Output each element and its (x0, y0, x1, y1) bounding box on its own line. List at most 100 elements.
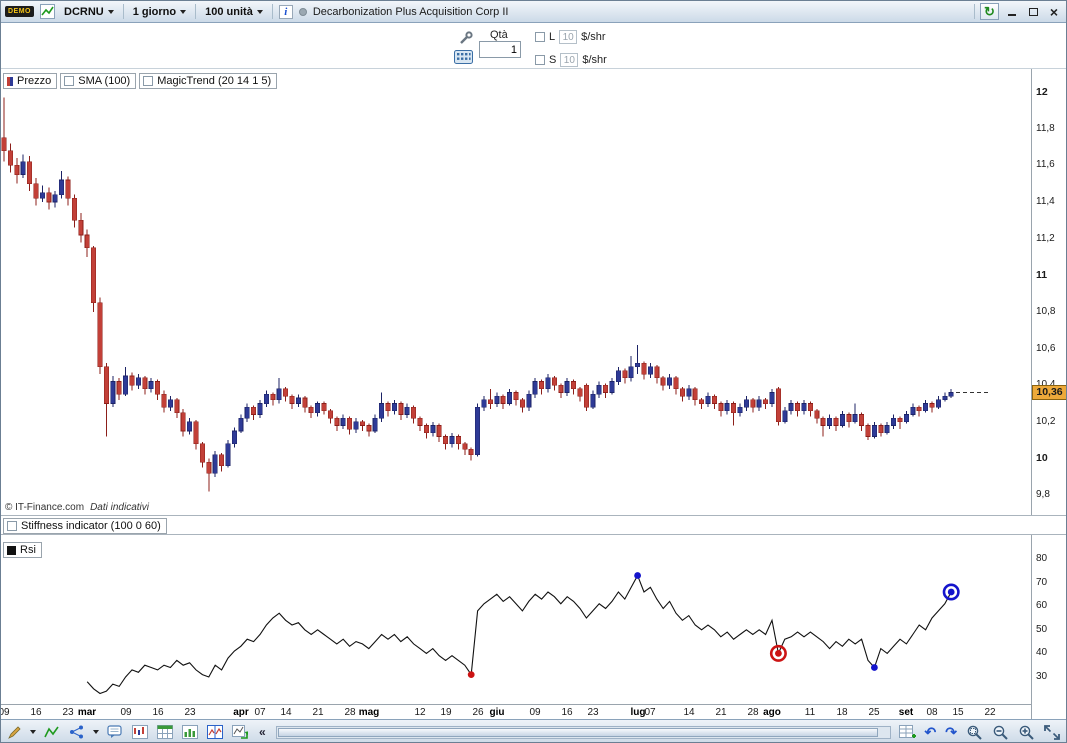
price-axis-label: 10 (1036, 452, 1048, 464)
chevron-down-icon (180, 10, 187, 14)
symbol-label: DCRNU (64, 5, 104, 18)
undo-button[interactable]: ↶ (924, 722, 938, 742)
separator (974, 4, 975, 19)
long-price-input[interactable] (559, 30, 578, 44)
magictrend-checkbox[interactable] (143, 76, 154, 86)
price-legend-button[interactable]: Prezzo (3, 73, 58, 89)
refresh-button[interactable]: ↻ (980, 3, 999, 20)
stiffness-checkbox[interactable] (7, 521, 17, 531)
bottom-toolbar: « ↶ ↷ (1, 719, 1066, 742)
time-axis-day-label: 11 (804, 707, 816, 718)
order-panel: Qtà L $/shr S $/shr (1, 23, 1066, 68)
zoom-in-icon (1019, 725, 1034, 740)
zoom-select-button[interactable] (965, 722, 984, 742)
rsi-axis-label: 70 (1036, 577, 1048, 588)
long-order-row: L $/shr (535, 30, 606, 44)
price-axis-label: 12 (1036, 86, 1048, 98)
time-axis-day-label: 16 (561, 707, 573, 718)
share-button[interactable] (68, 722, 86, 742)
chevron-down-icon (256, 10, 263, 14)
table-view-button[interactable] (156, 722, 174, 742)
price-axis-label: 10,2 (1036, 416, 1056, 427)
time-axis-day-label: 12 (414, 707, 426, 718)
share-icon (70, 725, 83, 739)
spreadsheet-icon (898, 724, 916, 738)
magictrend-label: MagicTrend (20 14 1 5) (157, 75, 272, 87)
chevron-down-icon[interactable] (93, 730, 99, 734)
info-button[interactable]: i (278, 4, 293, 19)
redo-button[interactable]: ↷ (944, 722, 958, 742)
quantity-input[interactable] (479, 41, 521, 58)
disclaimer-text: Dati indicativi (90, 502, 149, 513)
short-order-row: S $/shr (535, 53, 607, 67)
price-axis: 1211,811,611,411,21110,810,610,410,2109,… (1034, 69, 1066, 514)
symbol-dropdown[interactable]: DCRNU (61, 5, 117, 19)
minimize-button[interactable] (1004, 4, 1020, 20)
rsi-chart[interactable] (1, 545, 1031, 702)
short-price-input[interactable] (560, 53, 579, 67)
stiffness-label: Stiffness indicator (100 0 60) (21, 520, 161, 532)
zoom-out-button[interactable] (991, 722, 1010, 742)
chart-icon (40, 4, 55, 19)
price-axis-label: 10,6 (1036, 343, 1056, 354)
trendline-tool-button[interactable] (43, 722, 61, 742)
data-table-button[interactable] (898, 722, 917, 742)
long-checkbox[interactable] (535, 32, 545, 42)
timeframe-dropdown[interactable]: 1 giorno (130, 5, 189, 19)
time-axis-day-label: 28 (344, 707, 356, 718)
stiffness-indicator-toggle[interactable]: Stiffness indicator (100 0 60) (3, 518, 167, 534)
units-dropdown[interactable]: 100 unità (202, 5, 266, 19)
time-axis-day-label: 16 (30, 707, 42, 718)
keyboard-icon (454, 50, 473, 64)
demo-badge: DEMO (5, 6, 34, 17)
collapse-left-button[interactable]: « (256, 722, 269, 742)
rsi-axis-label: 50 (1036, 624, 1048, 635)
fullscreen-button[interactable] (1043, 722, 1061, 742)
time-axis-day-label: 23 (587, 707, 599, 718)
time-axis[interactable]: 091623mar091623apr07142128mag121926giu09… (1, 704, 1031, 720)
time-axis-day-label: 07 (254, 707, 266, 718)
short-checkbox[interactable] (535, 55, 545, 65)
comment-tool-button[interactable] (106, 722, 124, 742)
time-axis-month-label: lug (630, 707, 646, 718)
time-axis-month-label: apr (233, 707, 249, 718)
time-axis-day-label: 28 (747, 707, 759, 718)
separator (271, 4, 273, 19)
maximize-button[interactable] (1025, 4, 1041, 20)
separator (122, 4, 124, 19)
table-icon (157, 725, 173, 739)
magictrend-indicator-toggle[interactable]: MagicTrend (20 14 1 5) (139, 73, 278, 89)
close-button[interactable]: × (1046, 4, 1062, 20)
scrollbar-thumb[interactable] (277, 727, 879, 737)
rsi-axis: 80 70 60 50 40 30 (1034, 545, 1066, 702)
multi-chart-button[interactable] (131, 722, 149, 742)
last-price-badge: 10,36 (1032, 385, 1066, 400)
rsi-legend-button[interactable]: Rsi (3, 542, 42, 558)
time-axis-month-label: set (898, 707, 914, 718)
time-axis-day-label: 25 (868, 707, 880, 718)
price-chart[interactable] (1, 69, 1031, 514)
horizontal-scrollbar[interactable] (275, 725, 891, 739)
quantity-label: Qtà (490, 29, 508, 41)
bar-chart-view-button[interactable] (181, 722, 199, 742)
order-keypad-button[interactable] (453, 47, 474, 67)
sma-indicator-toggle[interactable]: SMA (100) (60, 73, 137, 89)
rsi-legend-icon (7, 545, 16, 555)
draw-tool-button[interactable] (6, 722, 23, 742)
time-axis-day-label: 15 (952, 707, 964, 718)
minimize-icon (1008, 14, 1016, 16)
chevron-down-icon[interactable] (30, 730, 36, 734)
price-axis-label: 11 (1036, 269, 1048, 281)
zoom-in-button[interactable] (1017, 722, 1036, 742)
layout-grid-button[interactable] (206, 722, 224, 742)
rsi-label: Rsi (20, 544, 36, 556)
time-axis-day-label: 07 (644, 707, 656, 718)
export-chart-button[interactable] (231, 722, 249, 742)
order-settings-button[interactable] (457, 28, 475, 48)
titlebar: DEMO DCRNU 1 giorno 100 unità i Decarbon… (1, 1, 1066, 23)
sma-checkbox[interactable] (64, 76, 75, 86)
copyright-notice: © IT-Finance.com Dati indicativi (5, 502, 149, 513)
chart-region: Prezzo SMA (100) MagicTrend (20 14 1 5) … (1, 68, 1066, 720)
price-axis-label: 11,4 (1036, 196, 1055, 207)
rsi-axis-label: 60 (1036, 600, 1048, 611)
